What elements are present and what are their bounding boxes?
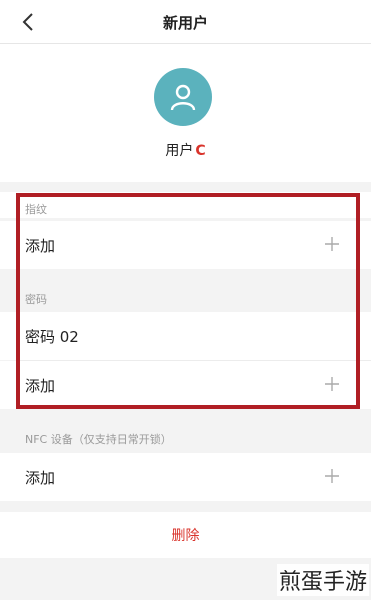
fingerprint-add-row[interactable]: 添加 [0,221,371,269]
user-name[interactable]: 用户 C [0,140,371,160]
watermark: 煎蛋手游 [276,564,369,596]
user-name-text: 用户 [165,143,194,159]
user-icon [170,84,196,111]
plus-icon[interactable] [321,465,343,487]
user-badge: C [195,143,206,159]
plus-icon[interactable] [321,373,343,395]
nfc-section-label: NFC 设备（仅支持日常开锁） [25,433,172,446]
user-profile: 用户 C [0,44,371,182]
page-title: 新用户 [162,14,208,32]
nfc-add-row[interactable]: 添加 [0,453,371,501]
fingerprint-add-label: 添加 [25,236,56,255]
password-item-label: 密码 02 [25,327,79,346]
avatar[interactable] [154,68,212,126]
password-section-label: 密码 [25,293,47,306]
plus-icon[interactable] [321,233,343,255]
password-item-row[interactable]: 密码 02 [0,312,371,360]
password-add-label: 添加 [25,376,56,395]
fingerprint-header [0,192,371,218]
password-add-row[interactable]: 添加 [0,361,371,409]
fingerprint-section-label: 指纹 [25,203,47,216]
delete-button[interactable]: 删除 [0,512,371,558]
nav-bar: 新用户 [0,0,371,44]
nfc-add-label: 添加 [25,468,56,487]
